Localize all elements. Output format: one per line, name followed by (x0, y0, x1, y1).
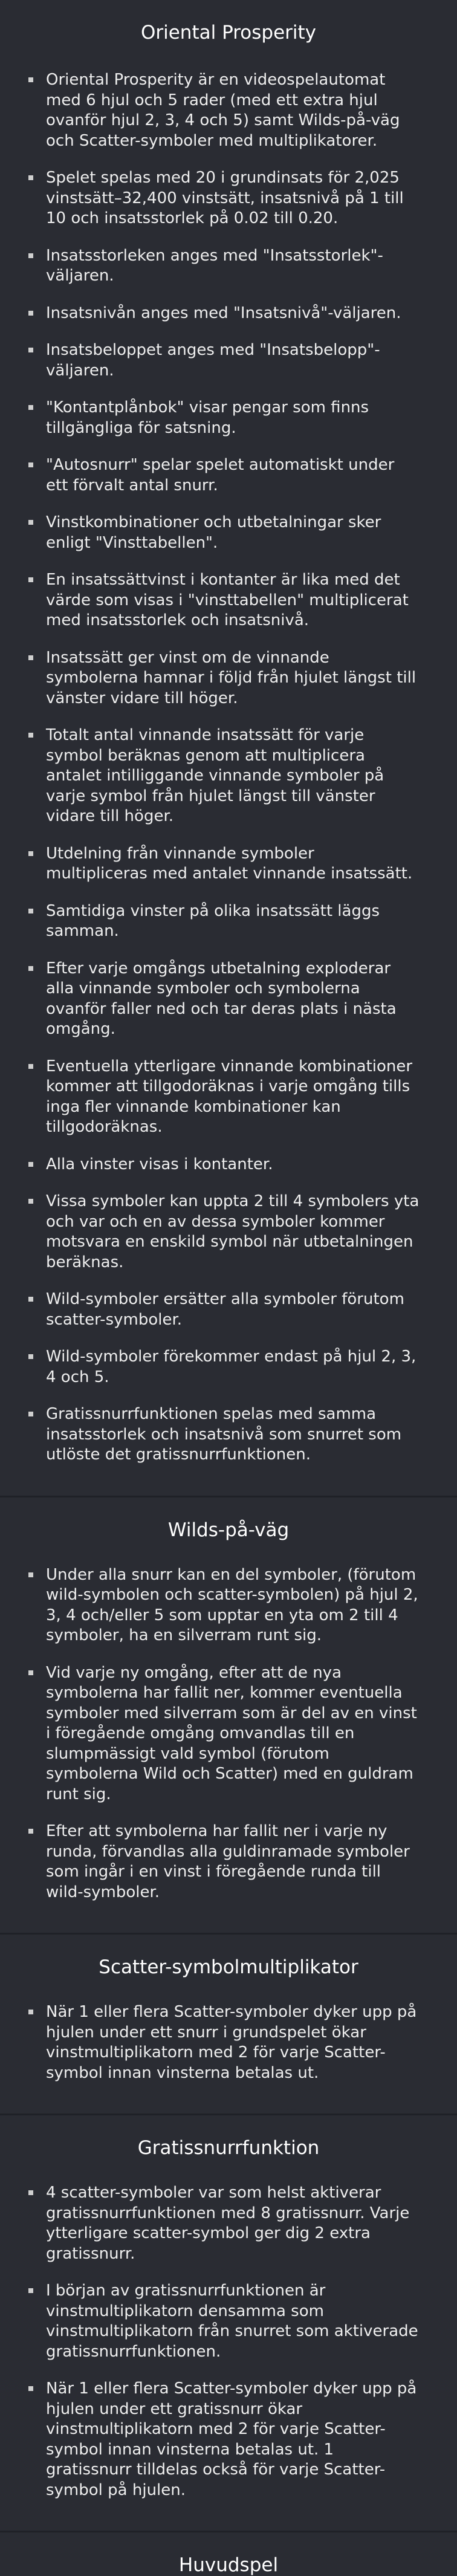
section-title: Gratissnurrfunktion (137, 2137, 320, 2159)
section-title: Oriental Prosperity (140, 22, 317, 44)
rules-list: När 1 eller flera Scatter-symboler dyker… (28, 2002, 420, 2083)
list-item: Insatsbeloppet anges med "Insatsbelopp"-… (28, 340, 420, 381)
section-main-game: Huvudspel (0, 2532, 457, 2576)
list-item: "Kontantplånbok" visar pengar som finns … (28, 398, 420, 438)
section-title: Wilds-på-väg (167, 1519, 290, 1541)
list-item: Wild-symboler förekommer endast på hjul … (28, 1347, 420, 1387)
list-item: Insatsstorleken anges med "Insatsstorlek… (28, 246, 420, 287)
rules-list: Oriental Prosperity är en videospelautom… (28, 70, 420, 1465)
list-item: Samtidiga vinster på olika insatssätt lä… (28, 901, 420, 942)
list-item: När 1 eller flera Scatter-symboler dyker… (28, 2379, 420, 2500)
list-item: Wild-symboler ersätter alla symboler för… (28, 1290, 420, 1330)
list-item: Spelet spelas med 20 i grundinsats för 2… (28, 168, 420, 229)
rules-list: Under alla snurr kan en del symboler, (f… (28, 1565, 420, 1903)
list-item: Efter att symbolerna har fallit ner i va… (28, 1822, 420, 1903)
list-item: Vissa symboler kan uppta 2 till 4 symbol… (28, 1192, 420, 1273)
list-item: Insatssätt ger vinst om de vinnande symb… (28, 648, 420, 709)
list-item: Insatsnivån anges med "Insatsnivå"-välja… (28, 303, 420, 324)
help-page: Oriental Prosperity Oriental Prosperity … (0, 0, 457, 2576)
section-title: Huvudspel (178, 2554, 279, 2576)
list-item: Utdelning från vinnande symboler multipl… (28, 844, 420, 884)
list-item: Gratissnurrfunktionen spelas med samma i… (28, 1404, 420, 1465)
list-item: I början av gratissnurrfunktionen är vin… (28, 2281, 420, 2362)
list-item: "Autosnurr" spelar spelet automatiskt un… (28, 455, 420, 496)
list-item: Under alla snurr kan en del symboler, (f… (28, 1565, 420, 1646)
list-item: Efter varje omgångs utbetalning exploder… (28, 959, 420, 1040)
section-oriental-prosperity: Oriental Prosperity Oriental Prosperity … (0, 0, 457, 1497)
list-item: Vinstkombinationer och utbetalningar ske… (28, 513, 420, 553)
list-item: Oriental Prosperity är en videospelautom… (28, 70, 420, 151)
list-item: Vid varje ny omgång, efter att de nya sy… (28, 1663, 420, 1805)
list-item: Totalt antal vinnande insatssätt för var… (28, 725, 420, 827)
section-free-spins: Gratissnurrfunktion 4 scatter-symboler v… (0, 2115, 457, 2532)
section-title: Scatter-symbolmultiplikator (99, 1956, 358, 1978)
section-wilds-pa-vag: Wilds-på-väg Under alla snurr kan en del… (0, 1497, 457, 1935)
list-item: När 1 eller flera Scatter-symboler dyker… (28, 2002, 420, 2083)
list-item: 4 scatter-symboler var som helst aktiver… (28, 2183, 420, 2264)
list-item: En insatssättvinst i kontanter är lika m… (28, 570, 420, 631)
list-item: Eventuella ytterligare vinnande kombinat… (28, 1057, 420, 1138)
section-scatter-multiplier: Scatter-symbolmultiplikator När 1 eller … (0, 1935, 457, 2115)
rules-list: 4 scatter-symboler var som helst aktiver… (28, 2183, 420, 2500)
list-item: Alla vinster visas i kontanter. (28, 1155, 420, 1175)
